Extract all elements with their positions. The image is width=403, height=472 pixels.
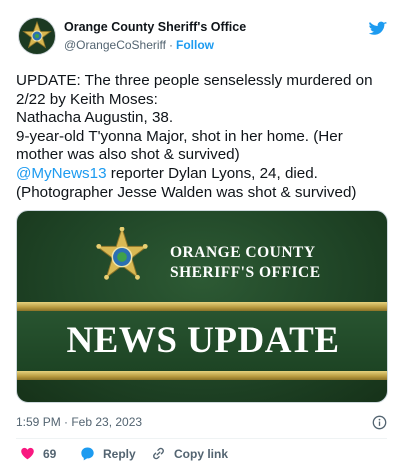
gold-band-top <box>17 302 387 311</box>
like-count: 69 <box>43 446 57 461</box>
tweet-line: UPDATE: The three people senselessly mur… <box>16 72 373 89</box>
twitter-bird-icon[interactable] <box>369 21 387 37</box>
reply-icon <box>81 447 94 461</box>
sheriff-star-icon <box>95 227 149 280</box>
tweet-line: 2/22 by Keith Moses: <box>16 90 158 108</box>
gold-band-bottom <box>17 371 387 380</box>
info-icon[interactable] <box>372 415 387 430</box>
divider <box>16 438 387 439</box>
copy-link-label: Copy link <box>174 446 229 461</box>
reply-label: Reply <box>103 446 136 461</box>
follow-button[interactable]: Follow <box>176 38 214 52</box>
tweet-line: 9-year-old T'yonna Major, shot in her ho… <box>16 127 343 145</box>
mention-rest: reporter Dylan Lyons, 24, died. <box>106 164 318 182</box>
avatar[interactable] <box>18 17 56 55</box>
org-name-line2: SHERIFF'S OFFICE <box>170 264 321 281</box>
tweet-line: Nathacha Augustin, 38. <box>16 109 174 127</box>
heart-icon <box>21 447 34 460</box>
tweet-line-mention: @MyNews13 reporter Dylan Lyons, 24, died… <box>16 165 396 184</box>
tweet-text: UPDATE: The three people senselessly mur… <box>16 72 396 202</box>
link-icon <box>153 447 164 460</box>
account-name[interactable]: Orange County Sheriff's Office <box>64 20 246 34</box>
news-update-headline: NEWS UPDATE <box>66 320 340 361</box>
tweet-card: Orange County Sheriff's Office @OrangeCo… <box>0 0 403 472</box>
tweet-line: mother was also shot & survived) <box>16 146 240 164</box>
org-name-line1: ORANGE COUNTY <box>170 244 316 261</box>
timestamp[interactable]: 1:59 PM · Feb 23, 2023 <box>16 415 142 429</box>
account-handle[interactable]: @OrangeCoSheriff <box>64 38 166 52</box>
handle-row: @OrangeCoSheriff · Follow <box>64 38 214 52</box>
sheriff-star-icon <box>22 21 52 49</box>
news-update-image[interactable]: ORANGE COUNTY SHERIFF'S OFFICE NEWS UPDA… <box>16 210 388 403</box>
copy-link-button[interactable]: Copy link <box>151 446 228 461</box>
tweet-line: (Photographer Jesse Walden was shot & su… <box>16 183 357 201</box>
mention-link[interactable]: @MyNews13 <box>16 165 107 182</box>
separator-dot: · <box>169 38 174 52</box>
reply-button[interactable]: Reply <box>80 446 136 461</box>
like-button[interactable]: 69 <box>20 446 56 461</box>
